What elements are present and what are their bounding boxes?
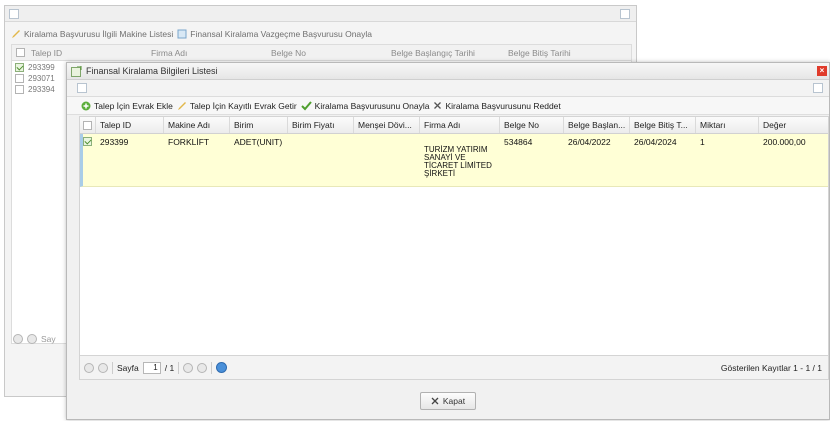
background-window-titlebar	[5, 6, 636, 22]
cell-belge-bitis: 26/04/2024	[634, 137, 677, 147]
pencil-icon	[177, 101, 186, 110]
leasing-grid: Talep ID Makine Adı Birim Birim Fiyatı M…	[79, 116, 829, 356]
dialog-titlebar[interactable]: Finansal Kiralama Bilgileri Listesi ×	[67, 63, 829, 80]
cell-mensei-doviz	[354, 134, 420, 186]
col-belge-no[interactable]: Belge No	[500, 117, 564, 133]
background-rows: 293399 293071 293394	[12, 62, 72, 95]
bg-tool-withdraw-approve[interactable]: Finansal Kiralama Vazgeçme Başvurusu Ona…	[177, 29, 372, 39]
cell-firma-adi: TURİZM YATIRIM SANAYİ VE TİCARET LİMİTED…	[420, 134, 500, 186]
add-document-label: Talep İçin Evrak Ekle	[94, 100, 173, 111]
background-toolbar: Kiralama Başvurusu İlgili Makine Listesi…	[11, 26, 636, 42]
row-checkbox[interactable]	[15, 85, 24, 94]
get-saved-document-button[interactable]: Talep İçin Kayıtlı Evrak Getir	[177, 101, 297, 111]
col-firma-adi[interactable]: Firma Adı	[420, 117, 500, 133]
bg-tool-withdraw-approve-label: Finansal Kiralama Vazgeçme Başvurusu Ona…	[190, 29, 373, 39]
next-page-icon[interactable]	[183, 362, 194, 373]
first-page-icon[interactable]	[13, 334, 23, 344]
background-grid-header: Talep ID Firma Adı Belge No Belge Başlan…	[12, 45, 631, 61]
dialog-footer: Kapat	[67, 388, 829, 414]
bg-col-belge-no: Belge No	[271, 47, 306, 58]
prev-page-icon[interactable]	[98, 362, 108, 373]
pager-divider	[112, 361, 113, 374]
bg-tool-machine-list[interactable]: Kiralama Başvurusu İlgili Makine Listesi	[11, 29, 173, 39]
pager-label: Sayfa	[117, 362, 139, 373]
pager-divider	[178, 361, 180, 374]
dialog-window-icon	[71, 65, 82, 77]
dialog-title: Finansal Kiralama Bilgileri Listesi	[86, 66, 218, 76]
refresh-icon[interactable]	[216, 362, 228, 373]
bg-col-belge-baslangic: Belge Başlangıç Tarihi	[391, 47, 475, 58]
dialog-subbar	[67, 80, 829, 97]
row-talep-id: 293394	[28, 85, 55, 94]
close-button-label: Kapat	[442, 396, 466, 406]
cell-deger: 200.000,00	[763, 137, 806, 147]
pager-divider	[211, 361, 213, 374]
col-miktari[interactable]: Miktarı	[696, 117, 759, 133]
row-talep-id: 293071	[28, 74, 55, 83]
cell-birim: ADET(UNIT)	[234, 137, 283, 147]
col-makine-adi[interactable]: Makine Adı	[164, 117, 230, 133]
table-row[interactable]: 293394	[12, 84, 72, 95]
last-page-icon[interactable]	[197, 362, 208, 373]
records-info: Gösterilen Kayıtlar 1 - 1 / 1	[720, 362, 822, 373]
bg-col-belge-bitis: Belge Bitiş Tarihi	[508, 47, 571, 58]
table-row[interactable]: 293399 FORKLİFT ADET(UNIT) TURİZM YATIRI…	[80, 134, 828, 187]
maximize-icon[interactable]	[813, 83, 823, 93]
bg-tool-machine-list-label: Kiralama Başvurusu İlgili Makine Listesi	[24, 29, 174, 39]
col-deger[interactable]: Değer	[759, 117, 825, 133]
approve-application-button[interactable]: Kiralama Başvurusunu Onayla	[300, 100, 430, 111]
document-icon	[177, 29, 187, 39]
background-pager: Say	[13, 334, 56, 344]
cell-belge-no: 534864	[504, 137, 533, 147]
reject-application-button[interactable]: Kiralama Başvurusunu Reddet	[433, 100, 561, 111]
window-icon	[9, 9, 19, 19]
firma-adi-line: ŞİRKETİ	[424, 169, 456, 178]
first-page-icon[interactable]	[84, 362, 94, 373]
cell-belge-baslangic: 26/04/2022	[568, 137, 611, 147]
leasing-info-dialog: Finansal Kiralama Bilgileri Listesi × Ta…	[66, 62, 830, 420]
close-icon[interactable]: ×	[817, 66, 827, 76]
col-mensei-doviz[interactable]: Menşei Dövi...	[354, 117, 420, 133]
cell-birim-fiyati	[288, 134, 354, 186]
row-talep-id: 293399	[28, 63, 55, 72]
bg-col-firma-adi: Firma Adı	[151, 47, 188, 58]
col-belge-baslangic[interactable]: Belge Başlan...	[564, 117, 630, 133]
row-checkbox[interactable]	[15, 63, 24, 72]
bg-col-talep-id: Talep ID	[31, 47, 63, 58]
close-button[interactable]: Kapat	[419, 392, 477, 410]
cell-talep-id: 293399	[100, 137, 129, 147]
checkmark-icon	[300, 100, 312, 110]
cell-miktari: 1	[700, 137, 705, 147]
cell-makine-adi: FORKLİFT	[168, 137, 210, 147]
add-icon	[81, 101, 91, 110]
select-all-checkbox[interactable]	[16, 48, 25, 57]
panel-icon	[77, 83, 87, 93]
prev-page-icon[interactable]	[27, 334, 37, 344]
page-total: / 1	[164, 362, 175, 373]
col-belge-bitis[interactable]: Belge Bitiş T...	[630, 117, 696, 133]
add-document-button[interactable]: Talep İçin Evrak Ekle	[81, 101, 173, 111]
grid-pager: Sayfa 1 / 1 Gösterilen Kayıtlar 1 - 1 / …	[79, 356, 829, 380]
table-row[interactable]: 293399	[12, 62, 72, 73]
row-checkbox[interactable]	[15, 74, 24, 83]
table-row[interactable]: 293071	[12, 73, 72, 84]
bg-pager-label: Say	[41, 334, 56, 344]
reject-application-label: Kiralama Başvurusunu Reddet	[445, 100, 561, 111]
row-checkbox[interactable]	[83, 137, 92, 146]
select-all-checkbox[interactable]	[83, 120, 92, 130]
cross-icon	[434, 102, 442, 109]
grid-header: Talep ID Makine Adı Birim Birim Fiyatı M…	[80, 117, 828, 134]
maximize-icon[interactable]	[620, 9, 630, 19]
select-all-header	[80, 117, 96, 133]
cross-icon	[431, 397, 439, 405]
dialog-toolbar: Talep İçin Evrak Ekle Talep İçin Kayıtlı…	[67, 97, 829, 115]
get-saved-document-label: Talep İçin Kayıtlı Evrak Getir	[189, 100, 297, 111]
col-talep-id[interactable]: Talep ID	[96, 117, 164, 133]
approve-application-label: Kiralama Başvurusunu Onayla	[314, 100, 430, 111]
pencil-icon	[12, 30, 20, 38]
page-number-input[interactable]: 1	[142, 361, 161, 374]
col-birim-fiyati[interactable]: Birim Fiyatı	[288, 117, 354, 133]
col-birim[interactable]: Birim	[230, 117, 288, 133]
row-select-cell	[83, 134, 96, 186]
